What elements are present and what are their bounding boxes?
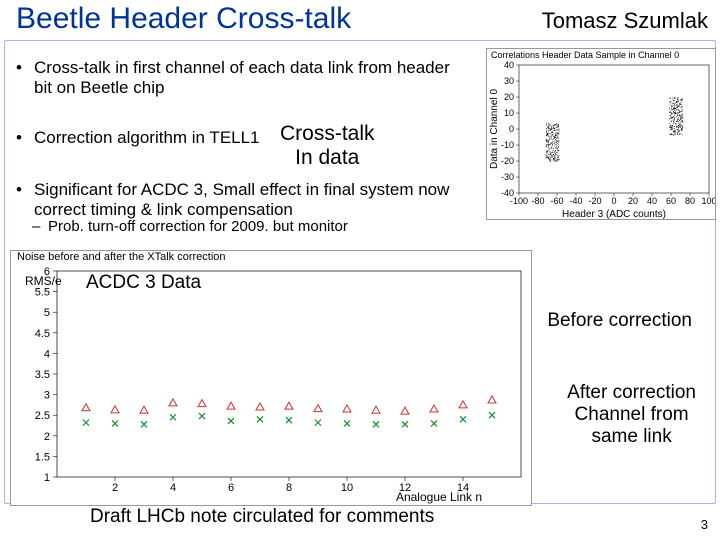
- svg-text:3: 3: [44, 390, 50, 402]
- svg-text:RMS/e: RMS/e: [25, 274, 62, 288]
- page-number: 3: [701, 517, 708, 532]
- svg-text:-20: -20: [501, 156, 514, 166]
- slide-title: Beetle Header Cross-talk: [16, 2, 351, 36]
- svg-text:-40: -40: [501, 188, 514, 198]
- svg-text:-20: -20: [588, 196, 601, 206]
- svg-text:80: 80: [685, 196, 695, 206]
- label-after: After correction Channel from same link: [567, 382, 696, 448]
- svg-text:Header 3 (ADC counts): Header 3 (ADC counts): [562, 209, 666, 219]
- svg-text:40: 40: [647, 196, 657, 206]
- svg-text:4: 4: [44, 348, 50, 360]
- svg-text:-10: -10: [501, 140, 514, 150]
- svg-text:6: 6: [228, 482, 234, 494]
- svg-text:20: 20: [504, 92, 514, 102]
- bullet-1: Cross-talk in first channel of each data…: [12, 58, 472, 98]
- annotation-crosstalk-l2: In data: [295, 146, 359, 169]
- svg-text:-60: -60: [550, 196, 563, 206]
- chart-noise-title: Noise before and after the XTalk correct…: [17, 251, 226, 263]
- svg-text:10: 10: [341, 482, 353, 494]
- bullet-2: Correction algorithm in TELL1: [12, 128, 472, 148]
- svg-text:10: 10: [504, 108, 514, 118]
- author-name: Tomasz Szumlak: [542, 8, 708, 34]
- svg-text:Data in Channel 0: Data in Channel 0: [489, 89, 500, 169]
- label-acdc: ACDC 3 Data: [86, 272, 201, 294]
- svg-text:2: 2: [112, 482, 118, 494]
- svg-text:2.5: 2.5: [35, 410, 50, 422]
- svg-text:1.5: 1.5: [35, 451, 50, 463]
- svg-text:5: 5: [44, 307, 50, 319]
- annotation-crosstalk: Cross-talk In data: [280, 122, 375, 170]
- svg-text:3.5: 3.5: [35, 369, 50, 381]
- svg-text:-40: -40: [569, 196, 582, 206]
- svg-text:5.5: 5.5: [35, 287, 50, 299]
- svg-text:0: 0: [611, 196, 616, 206]
- svg-text:2: 2: [44, 431, 50, 443]
- svg-text:-30: -30: [501, 172, 514, 182]
- svg-text:0: 0: [509, 124, 514, 134]
- bullet-3: Significant for ACDC 3, Small effect in …: [12, 180, 482, 220]
- svg-text:20: 20: [628, 196, 638, 206]
- svg-text:30: 30: [504, 76, 514, 86]
- chart-header-scatter: Correlations Header Data Sample in Chann…: [486, 48, 716, 220]
- svg-text:-80: -80: [531, 196, 544, 206]
- footer-note: Draft LHCb note circulated for comments: [90, 506, 434, 528]
- svg-text:8: 8: [286, 482, 292, 494]
- label-before: Before correction: [547, 310, 692, 332]
- chart-scatter-title: Correlations Header Data Sample in Chann…: [491, 50, 679, 60]
- annotation-crosstalk-l1: Cross-talk: [280, 122, 375, 145]
- svg-text:Analogue Link n: Analogue Link n: [396, 490, 482, 504]
- svg-text:4.5: 4.5: [35, 328, 50, 340]
- svg-text:100: 100: [701, 196, 715, 206]
- sub-bullet: Prob. turn-off correction for 2009. but …: [48, 218, 468, 235]
- svg-text:4: 4: [170, 482, 176, 494]
- svg-text:40: 40: [504, 61, 514, 70]
- svg-text:1: 1: [44, 472, 50, 484]
- svg-text:60: 60: [666, 196, 676, 206]
